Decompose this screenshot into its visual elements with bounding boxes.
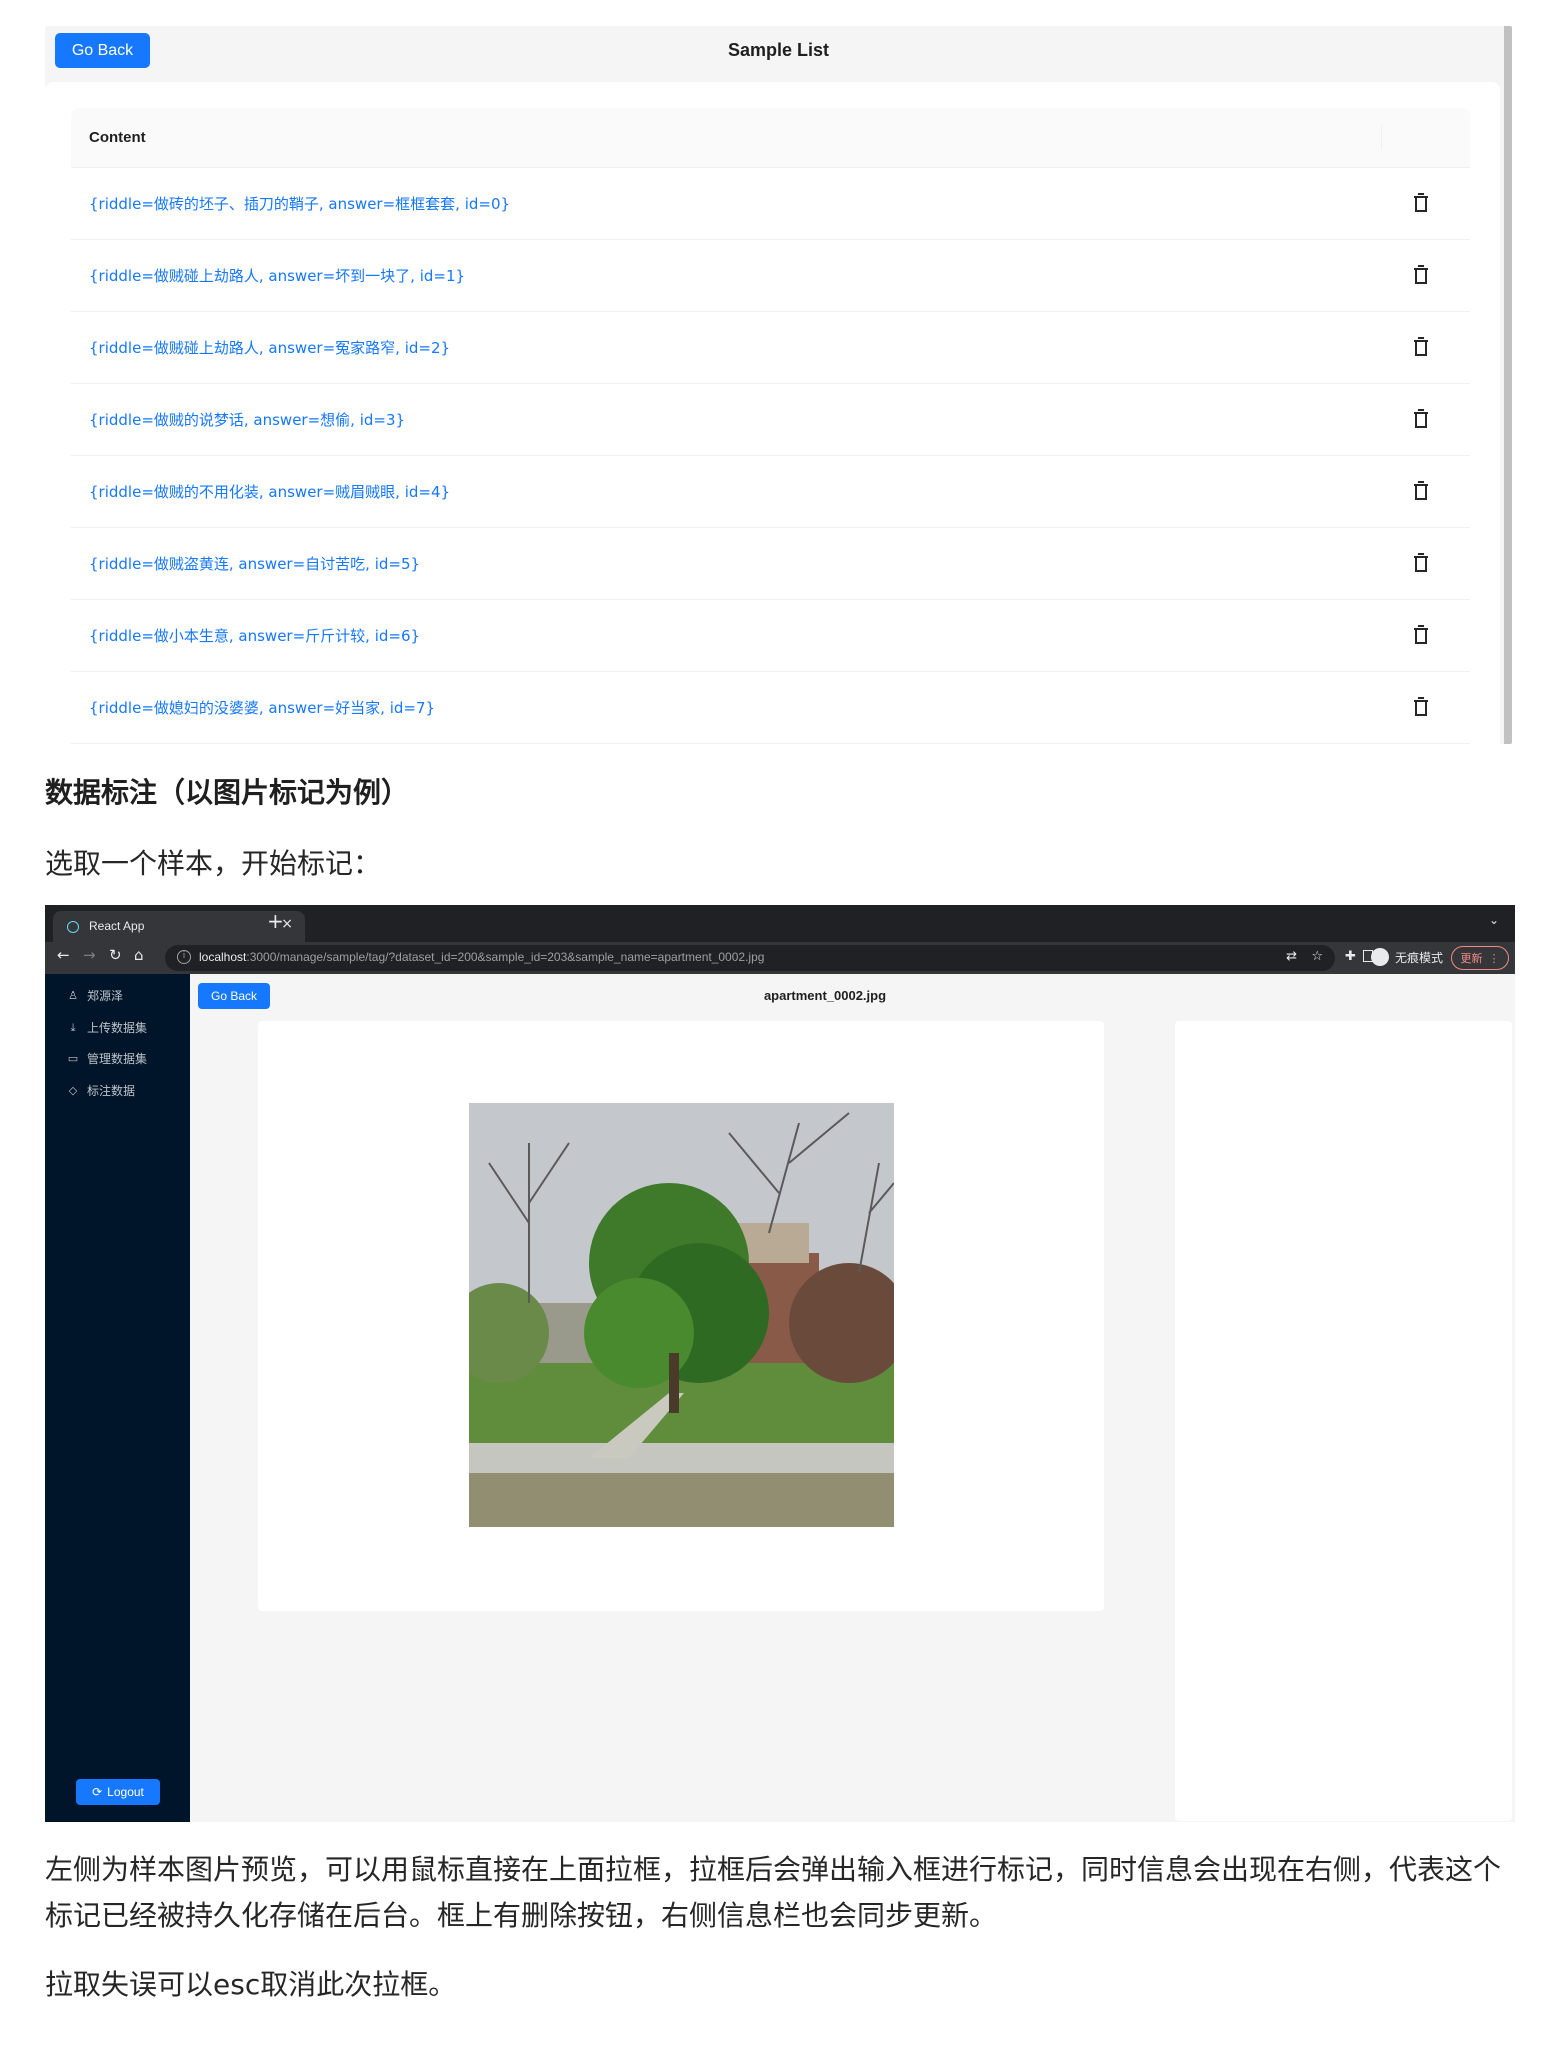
upload-icon: ⤓: [70, 1020, 76, 1034]
extensions-icon[interactable]: ✚: [1345, 949, 1356, 964]
sidebar-item-label: 上传数据集: [87, 1021, 148, 1035]
logout-button[interactable]: ⟳ Logout: [76, 1779, 160, 1805]
table-body: {riddle=做砖的坯子、插刀的鞘子, answer=框框套套, id=0} {…: [71, 168, 1470, 744]
content-column-header: Content: [89, 129, 146, 146]
translate-icon[interactable]: ⇄: [1286, 949, 1297, 964]
sample-list-screenshot: Go Back Sample List Content {riddle=做砖的坯…: [45, 26, 1512, 744]
trash-icon[interactable]: [1412, 552, 1430, 574]
trash-icon[interactable]: [1412, 192, 1430, 214]
table-row: {riddle=做贼碰上劫路人, answer=冤家路窄, id=2}: [71, 312, 1470, 384]
incognito-indicator[interactable]: 无痕模式: [1371, 948, 1443, 966]
browser-screenshot: React App × + ⌄ ← → ↻ ⌂ i localhost:3000…: [45, 905, 1515, 1822]
sidebar-item-label: 标注数据: [87, 1084, 136, 1098]
incognito-label: 无痕模式: [1395, 950, 1444, 965]
page-title: Sample List: [727, 40, 830, 60]
sample-content-link[interactable]: {riddle=做贼的说梦话, answer=想偷, id=3}: [89, 409, 405, 430]
sample-image[interactable]: [469, 1103, 894, 1527]
home-icon[interactable]: ⌂: [134, 946, 144, 964]
sample-content-link[interactable]: {riddle=做贼碰上劫路人, answer=冤家路窄, id=2}: [89, 337, 450, 358]
logout-label: Logout: [107, 1785, 144, 1799]
table-row: {riddle=做砖的坯子、插刀的鞘子, answer=框框套套, id=0}: [71, 168, 1470, 240]
intro-text: 选取一个样本，开始标记：: [45, 847, 382, 880]
sample-list-panel: Content {riddle=做砖的坯子、插刀的鞘子, answer=框框套套…: [45, 82, 1500, 744]
tab-title: React App: [89, 919, 145, 933]
table-row: {riddle=做贼碰上劫路人, answer=坏到一块了, id=1}: [71, 240, 1470, 312]
url-path: :3000/manage/sample/tag/?dataset_id=200&…: [246, 950, 765, 964]
section-heading: 数据标注（以图片标记为例）: [45, 776, 410, 809]
trash-icon[interactable]: [1412, 336, 1430, 358]
sidebar-item-user[interactable]: ♙ 郑源泽: [67, 987, 123, 1004]
sample-content-link[interactable]: {riddle=做媳妇的没婆婆, answer=好当家, id=7}: [89, 697, 435, 718]
column-separator: [1381, 126, 1382, 150]
reload-icon[interactable]: ↻: [109, 946, 122, 964]
sample-content-link[interactable]: {riddle=做小本生意, answer=斤斤计较, id=6}: [89, 625, 420, 646]
more-menu-icon: ⋮: [1488, 951, 1500, 965]
app-viewport: ♙ 郑源泽 ⤓ 上传数据集 ▭ 管理数据集 ◇ 标注数据 ⟳ Logout Go…: [45, 974, 1515, 1822]
tab-bar: React App × + ⌄: [45, 905, 1515, 942]
apartment-photo: [469, 1103, 894, 1527]
site-info-icon[interactable]: i: [177, 950, 191, 964]
esc-tip-paragraph: 拉取失误可以esc取消此次拉框。: [45, 1968, 457, 2001]
table-row: {riddle=做小本生意, answer=斤斤计较, id=6}: [71, 600, 1470, 672]
trash-icon[interactable]: [1412, 408, 1430, 430]
sidebar-item-tag[interactable]: ◇ 标注数据: [67, 1082, 135, 1099]
user-icon: ♙: [68, 989, 78, 1002]
update-label: 更新: [1460, 952, 1483, 965]
sample-table: Content {riddle=做砖的坯子、插刀的鞘子, answer=框框套套…: [71, 108, 1470, 744]
sample-content-link[interactable]: {riddle=做贼盗黄连, answer=自讨苦吃, id=5}: [89, 553, 420, 574]
table-row: {riddle=做媳妇的没婆婆, answer=好当家, id=7}: [71, 672, 1470, 744]
page-title: apartment_0002.jpg: [763, 988, 887, 1003]
sample-content-link[interactable]: {riddle=做贼碰上劫路人, answer=坏到一块了, id=1}: [89, 265, 465, 286]
forward-arrow-icon[interactable]: →: [83, 946, 96, 964]
update-button[interactable]: 更新 ⋮: [1451, 946, 1509, 970]
trash-icon[interactable]: [1412, 264, 1430, 286]
sidebar-item-upload[interactable]: ⤓ 上传数据集: [67, 1019, 147, 1036]
table-row: {riddle=做贼盗黄连, answer=自讨苦吃, id=5}: [71, 528, 1470, 600]
logout-icon: ⟳: [92, 1785, 103, 1799]
new-tab-icon[interactable]: +: [267, 909, 284, 933]
sample-content-link[interactable]: {riddle=做砖的坯子、插刀的鞘子, answer=框框套套, id=0}: [89, 193, 510, 214]
url-host: localhost: [199, 950, 247, 964]
sidebar-item-label: 郑源泽: [87, 989, 124, 1003]
browser-toolbar: ← → ↻ ⌂ i localhost:3000/manage/sample/t…: [45, 942, 1515, 974]
trash-icon[interactable]: [1412, 624, 1430, 646]
trash-icon[interactable]: [1412, 696, 1430, 718]
back-arrow-icon[interactable]: ←: [57, 946, 70, 964]
react-logo-icon: [67, 921, 79, 933]
sidebar-item-manage[interactable]: ▭ 管理数据集: [67, 1050, 147, 1067]
sidebar-item-label: 管理数据集: [87, 1052, 148, 1066]
folder-icon: ▭: [67, 1052, 79, 1065]
annotation-info-panel: [1175, 1021, 1512, 1821]
description-paragraph: 左侧为样本图片预览，可以用鼠标直接在上面拉框，拉框后会弹出输入框进行标记，同时信…: [45, 1853, 1502, 1932]
trash-icon[interactable]: [1412, 480, 1430, 502]
go-back-button[interactable]: Go Back: [198, 983, 270, 1009]
url-text: localhost:3000/manage/sample/tag/?datase…: [199, 950, 764, 964]
sample-content-link[interactable]: {riddle=做贼的不用化装, answer=贼眉贼眼, id=4}: [89, 481, 450, 502]
bookmark-star-icon[interactable]: ☆: [1311, 949, 1323, 964]
tab-dropdown-icon[interactable]: ⌄: [1489, 913, 1499, 927]
table-header: Content: [71, 108, 1470, 168]
scrollbar[interactable]: [1504, 26, 1512, 744]
incognito-avatar-icon: [1371, 948, 1389, 966]
tag-icon: ◇: [68, 1084, 78, 1097]
sidebar: ♙ 郑源泽 ⤓ 上传数据集 ▭ 管理数据集 ◇ 标注数据 ⟳ Logout: [45, 974, 190, 1822]
table-row: {riddle=做贼的说梦话, answer=想偷, id=3}: [71, 384, 1470, 456]
table-row: {riddle=做贼的不用化装, answer=贼眉贼眼, id=4}: [71, 456, 1470, 528]
address-bar[interactable]: i localhost:3000/manage/sample/tag/?data…: [165, 945, 1335, 971]
